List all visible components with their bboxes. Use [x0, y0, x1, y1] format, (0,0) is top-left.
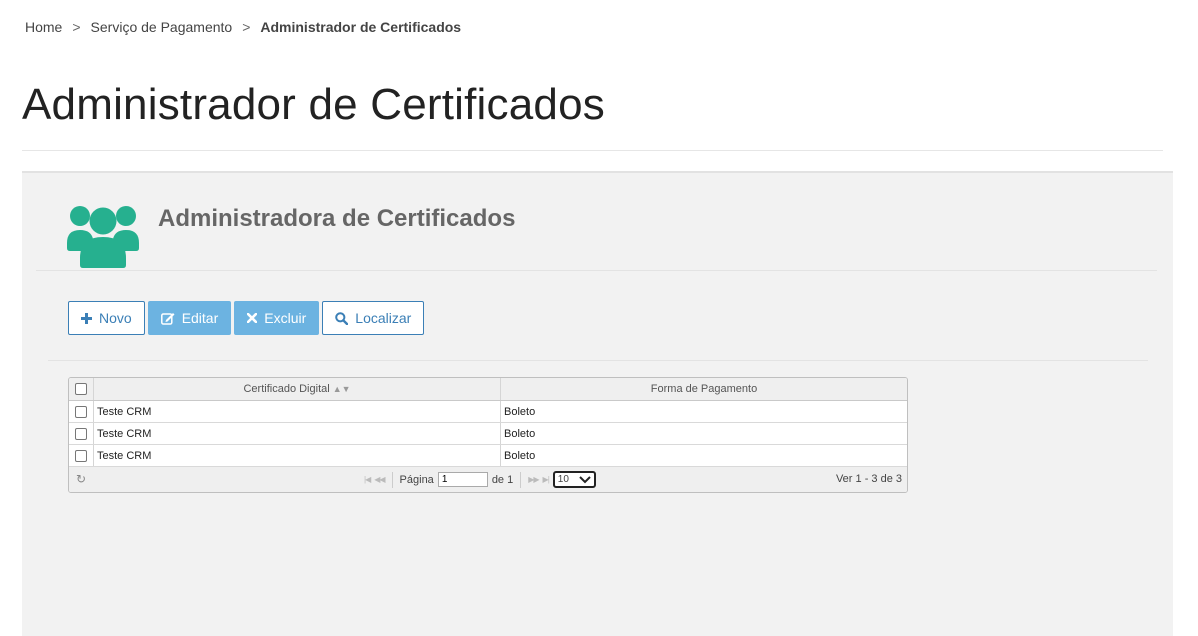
column-header-forma-label: Forma de Pagamento — [650, 383, 758, 395]
breadcrumb-separator: > — [242, 19, 251, 35]
editar-button-label: Editar — [181, 310, 219, 326]
page-size-value: 10 — [557, 474, 569, 485]
cell-certificado: Teste CRM — [94, 423, 501, 444]
row-checkbox[interactable] — [75, 405, 87, 418]
pager-divider — [520, 471, 522, 488]
novo-button-label: Novo — [99, 310, 132, 326]
novo-button[interactable]: Novo — [68, 301, 145, 335]
pager-controls: |◀ ◀◀ Página de 1 ▶▶ ▶| 10 — [364, 471, 596, 488]
select-all-checkbox-cell — [69, 378, 94, 400]
plus-icon — [81, 312, 92, 324]
row-checkbox[interactable] — [75, 427, 87, 440]
records-info: Ver 1 - 3 de 3 — [835, 473, 902, 485]
page-total: de 1 — [491, 473, 514, 486]
localizar-button[interactable]: Localizar — [322, 301, 425, 335]
row-checkbox-cell — [69, 445, 94, 466]
cell-forma-pagamento: Boleto — [504, 427, 536, 440]
breadcrumb-home[interactable]: Home — [25, 19, 62, 35]
last-page-icon[interactable]: ▶| — [543, 475, 550, 484]
page-label: Página — [399, 473, 434, 486]
table-row[interactable]: Teste CRM Boleto — [69, 445, 907, 467]
close-icon — [247, 313, 258, 323]
certificates-grid: Certificado Digital ▲▼ Forma de Pagament… — [68, 377, 908, 493]
localizar-button-label: Localizar — [355, 310, 412, 326]
breadcrumb-servico-pagamento[interactable]: Serviço de Pagamento — [91, 19, 233, 35]
next-page-icon[interactable]: ▶▶ — [528, 475, 539, 484]
certificates-panel: Administradora de Certificados Novo Edit… — [22, 171, 1173, 636]
edit-icon — [160, 312, 175, 325]
chevron-down-icon — [579, 475, 591, 483]
table-row[interactable]: Teste CRM Boleto — [69, 423, 907, 445]
users-group-icon — [67, 199, 139, 269]
breadcrumb-current: Administrador de Certificados — [260, 19, 462, 35]
grid-header: Certificado Digital ▲▼ Forma de Pagament… — [69, 378, 907, 401]
breadcrumb-separator: > — [72, 19, 81, 35]
title-divider — [22, 150, 1163, 151]
row-checkbox-cell — [69, 401, 94, 422]
panel-title: Administradora de Certificados — [158, 205, 516, 232]
row-checkbox-cell — [69, 423, 94, 444]
column-header-certificado-label: Certificado Digital — [243, 383, 330, 395]
pager-divider — [391, 471, 393, 488]
column-header-certificado[interactable]: Certificado Digital ▲▼ — [94, 378, 501, 400]
excluir-button[interactable]: Excluir — [234, 301, 320, 335]
search-icon — [335, 311, 349, 325]
page-title: Administrador de Certificados — [22, 80, 605, 129]
editar-button[interactable]: Editar — [147, 301, 232, 335]
table-row[interactable]: Teste CRM Boleto — [69, 401, 907, 423]
select-all-checkbox[interactable] — [75, 383, 87, 395]
toolbar-divider — [48, 360, 1148, 361]
column-header-forma-pagamento[interactable]: Forma de Pagamento — [501, 378, 907, 400]
page-size-select[interactable]: 10 — [552, 471, 596, 488]
excluir-button-label: Excluir — [264, 310, 307, 326]
grid-pager: ↻ |◀ ◀◀ Página de 1 ▶▶ ▶| 10 Ver 1 - 3 d… — [69, 467, 907, 492]
cell-certificado: Teste CRM — [94, 445, 501, 466]
row-checkbox[interactable] — [75, 449, 87, 462]
prev-page-icon[interactable]: ◀◀ — [374, 475, 385, 484]
toolbar: Novo Editar Excluir Localizar — [68, 301, 425, 335]
panel-divider — [36, 270, 1157, 271]
sort-icon: ▲▼ — [332, 384, 351, 394]
cell-certificado: Teste CRM — [94, 401, 501, 422]
refresh-icon[interactable]: ↻ — [76, 472, 86, 486]
cell-forma-pagamento: Boleto — [504, 449, 536, 462]
page-input[interactable] — [437, 472, 488, 487]
cell-forma-pagamento: Boleto — [504, 405, 536, 418]
first-page-icon[interactable]: |◀ — [364, 475, 371, 484]
breadcrumb: Home > Serviço de Pagamento > Administra… — [25, 19, 461, 35]
